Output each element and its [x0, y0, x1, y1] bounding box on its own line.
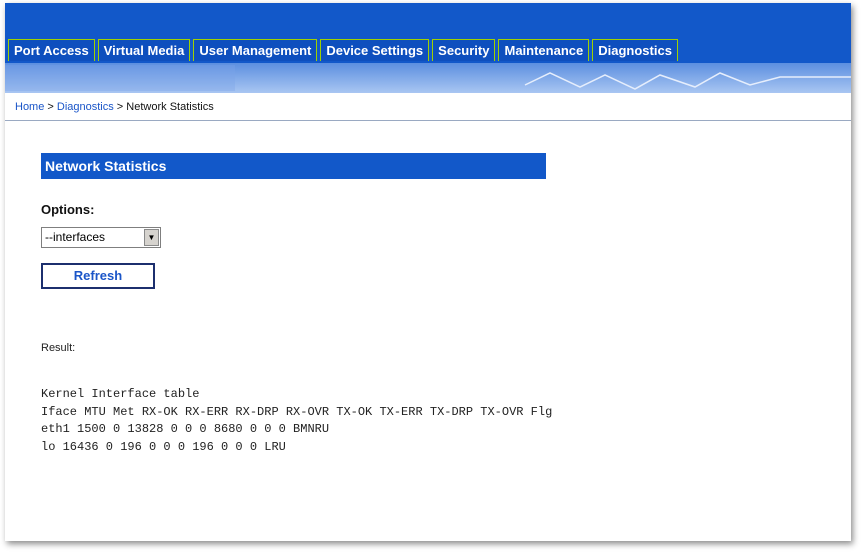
result-line: Kernel Interface table [41, 387, 200, 401]
main-nav: Port Access Virtual Media User Managemen… [5, 39, 851, 63]
wave-pattern-icon [5, 65, 851, 91]
tab-diagnostics[interactable]: Diagnostics [592, 39, 678, 61]
result-line: lo 16436 0 196 0 0 0 196 0 0 0 LRU [41, 439, 286, 454]
browser-page: Port Access Virtual Media User Managemen… [5, 3, 851, 541]
result-line: Iface MTU Met RX-OK RX-ERR RX-DRP RX-OVR… [41, 404, 553, 419]
options-label: Options: [41, 202, 95, 217]
tab-port-access[interactable]: Port Access [8, 39, 95, 61]
tab-user-management[interactable]: User Management [193, 39, 318, 61]
breadcrumb-diagnostics-link[interactable]: Diagnostics [57, 101, 114, 113]
result-output: Kernel Interface table Iface MTU Met RX-O… [41, 386, 552, 456]
result-label: Result: [41, 342, 76, 354]
page-title: Network Statistics [41, 153, 546, 179]
breadcrumb-separator: > [44, 101, 57, 113]
breadcrumb-separator: > [113, 101, 127, 113]
breadcrumb: Home > Diagnostics > Network Statistics [5, 93, 851, 121]
tab-maintenance[interactable]: Maintenance [498, 39, 590, 61]
header-bar [5, 3, 851, 39]
chevron-down-icon[interactable]: ▼ [144, 229, 159, 246]
options-select[interactable]: --interfaces ▼ [41, 227, 161, 248]
breadcrumb-current: Network Statistics [126, 101, 214, 113]
options-selected-value: --interfaces [45, 230, 106, 244]
tab-virtual-media[interactable]: Virtual Media [97, 39, 191, 61]
tab-security[interactable]: Security [432, 39, 496, 61]
result-line: eth1 1500 0 13828 0 0 0 8680 0 0 0 BMNRU [41, 422, 330, 436]
breadcrumb-home-link[interactable]: Home [15, 101, 44, 113]
decorative-banner [5, 63, 851, 93]
tab-device-settings[interactable]: Device Settings [320, 39, 430, 61]
refresh-button[interactable]: Refresh [41, 263, 155, 289]
